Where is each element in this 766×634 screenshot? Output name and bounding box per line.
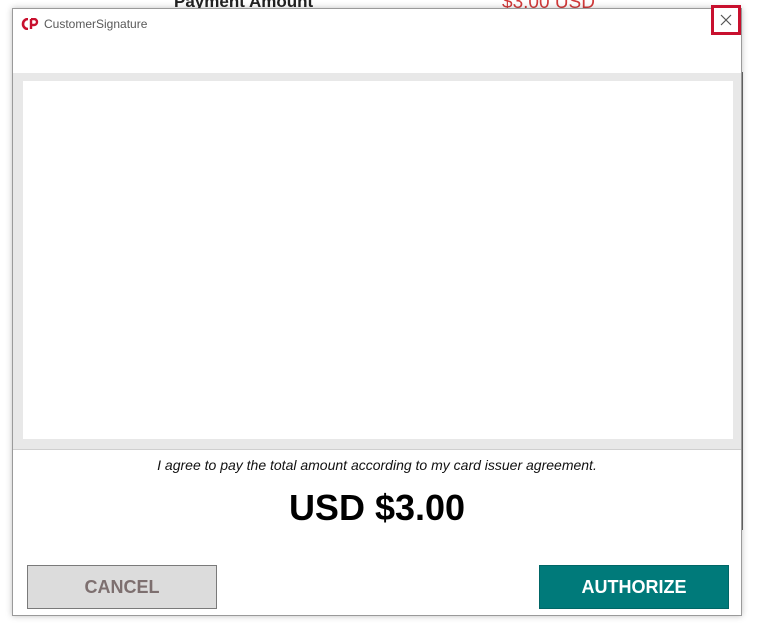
- amount-display: USD $3.00: [288, 487, 466, 528]
- signature-pad[interactable]: [23, 81, 733, 439]
- customer-signature-dialog: CustomerSignature I agree to pay the tot…: [12, 5, 742, 616]
- app-logo-icon: [21, 18, 39, 30]
- cancel-button[interactable]: CANCEL: [27, 565, 217, 609]
- window-title: CustomerSignature: [44, 17, 148, 31]
- authorize-button[interactable]: AUTHORIZE: [539, 565, 729, 609]
- close-button[interactable]: [711, 5, 741, 35]
- signature-frame: [13, 73, 741, 450]
- agreement-text: I agree to pay the total amount accordin…: [157, 457, 597, 473]
- header-strip: [13, 41, 741, 74]
- title-bar: CustomerSignature: [13, 5, 741, 41]
- close-icon: [720, 14, 732, 26]
